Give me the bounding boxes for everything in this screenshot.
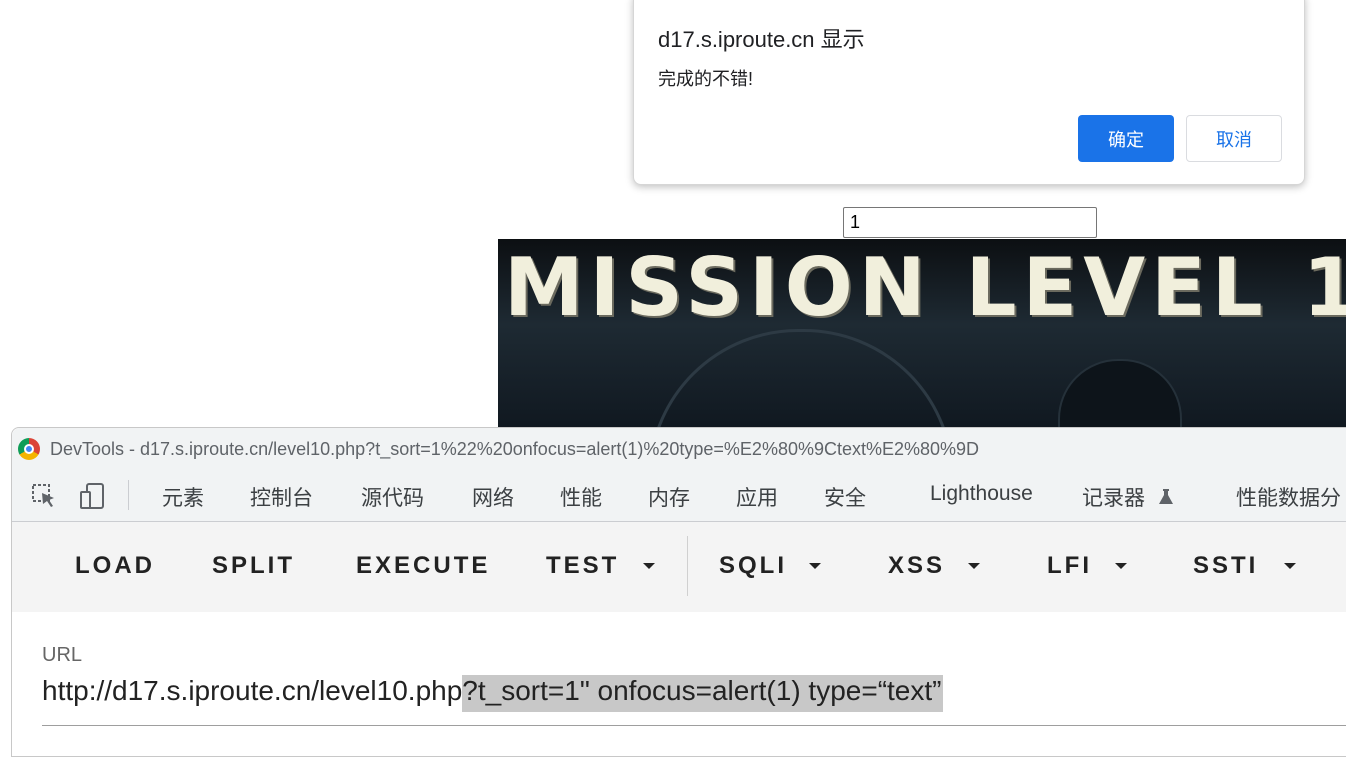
tab-elements[interactable]: 元素 (162, 482, 204, 512)
url-underline (42, 725, 1346, 726)
xss-button[interactable]: XSS (888, 552, 945, 580)
test-button[interactable]: TEST (546, 552, 619, 580)
lfi-button[interactable]: LFI (1047, 552, 1092, 580)
url-label: URL (42, 644, 83, 666)
hackbar-divider (687, 536, 688, 596)
hackbar-toolbar: LOAD SPLIT EXECUTE TEST SQLI XSS LFI SST… (12, 522, 1346, 612)
devtools-tabbar: 元素 控制台 源代码 网络 性能 内存 应用 安全 Lighthouse 记录器… (12, 470, 1346, 522)
banner-door-decoration (1058, 359, 1182, 429)
url-input[interactable]: http://d17.s.iproute.cn/level10.php?t_so… (42, 668, 944, 718)
url-plain-text: http://d17.s.iproute.cn/level10.php (42, 675, 463, 706)
devtools-window: DevTools - d17.s.iproute.cn/level10.php?… (11, 427, 1346, 757)
chrome-icon (18, 438, 40, 460)
tabbar-separator (128, 480, 129, 510)
flask-icon (1158, 489, 1173, 504)
alert-message: 完成的不错! (658, 69, 754, 89)
mission-banner-image: MISSION LEVEL 10 (498, 239, 1346, 429)
alert-dialog: d17.s.iproute.cn 显示 完成的不错! 确定 取消 (633, 0, 1305, 185)
tab-recorder[interactable]: 记录器 (1082, 482, 1175, 512)
execute-button[interactable]: EXECUTE (356, 552, 490, 580)
tab-performance[interactable]: 性能 (560, 482, 602, 512)
inspect-element-icon[interactable] (30, 482, 58, 510)
banner-title: MISSION LEVEL 10 (504, 241, 1346, 334)
tab-network[interactable]: 网络 (472, 482, 514, 512)
xss-dropdown-icon[interactable] (968, 563, 980, 569)
tab-security[interactable]: 安全 (824, 482, 866, 512)
tab-memory[interactable]: 内存 (648, 482, 690, 512)
sqli-dropdown-icon[interactable] (809, 563, 821, 569)
test-dropdown-icon[interactable] (643, 563, 655, 569)
split-button[interactable]: SPLIT (212, 552, 295, 580)
tab-recorder-label: 记录器 (1082, 487, 1145, 510)
ssti-dropdown-icon[interactable] (1284, 563, 1296, 569)
sqli-button[interactable]: SQLI (719, 552, 787, 580)
tab-console[interactable]: 控制台 (250, 482, 313, 512)
page-text-input[interactable]: 1 (843, 207, 1097, 238)
alert-title: d17.s.iproute.cn 显示 (658, 27, 865, 52)
cancel-button[interactable]: 取消 (1186, 115, 1282, 162)
devtools-titlebar: DevTools - d17.s.iproute.cn/level10.php?… (12, 428, 1346, 470)
devtools-title: DevTools - d17.s.iproute.cn/level10.php?… (50, 439, 980, 459)
tab-sources[interactable]: 源代码 (361, 482, 424, 512)
load-button[interactable]: LOAD (75, 552, 155, 580)
tab-performance-insights[interactable]: 性能数据分 (1236, 482, 1341, 512)
tab-application[interactable]: 应用 (736, 482, 778, 512)
banner-arch-decoration (648, 329, 954, 429)
ssti-button[interactable]: SSTI (1193, 552, 1258, 580)
ok-button[interactable]: 确定 (1078, 115, 1174, 162)
device-toggle-icon[interactable] (78, 482, 106, 510)
lfi-dropdown-icon[interactable] (1115, 563, 1127, 569)
url-selected-text: ?t_sort=1" onfocus=alert(1) type=“text” (462, 675, 944, 712)
tab-lighthouse[interactable]: Lighthouse (930, 482, 1033, 506)
